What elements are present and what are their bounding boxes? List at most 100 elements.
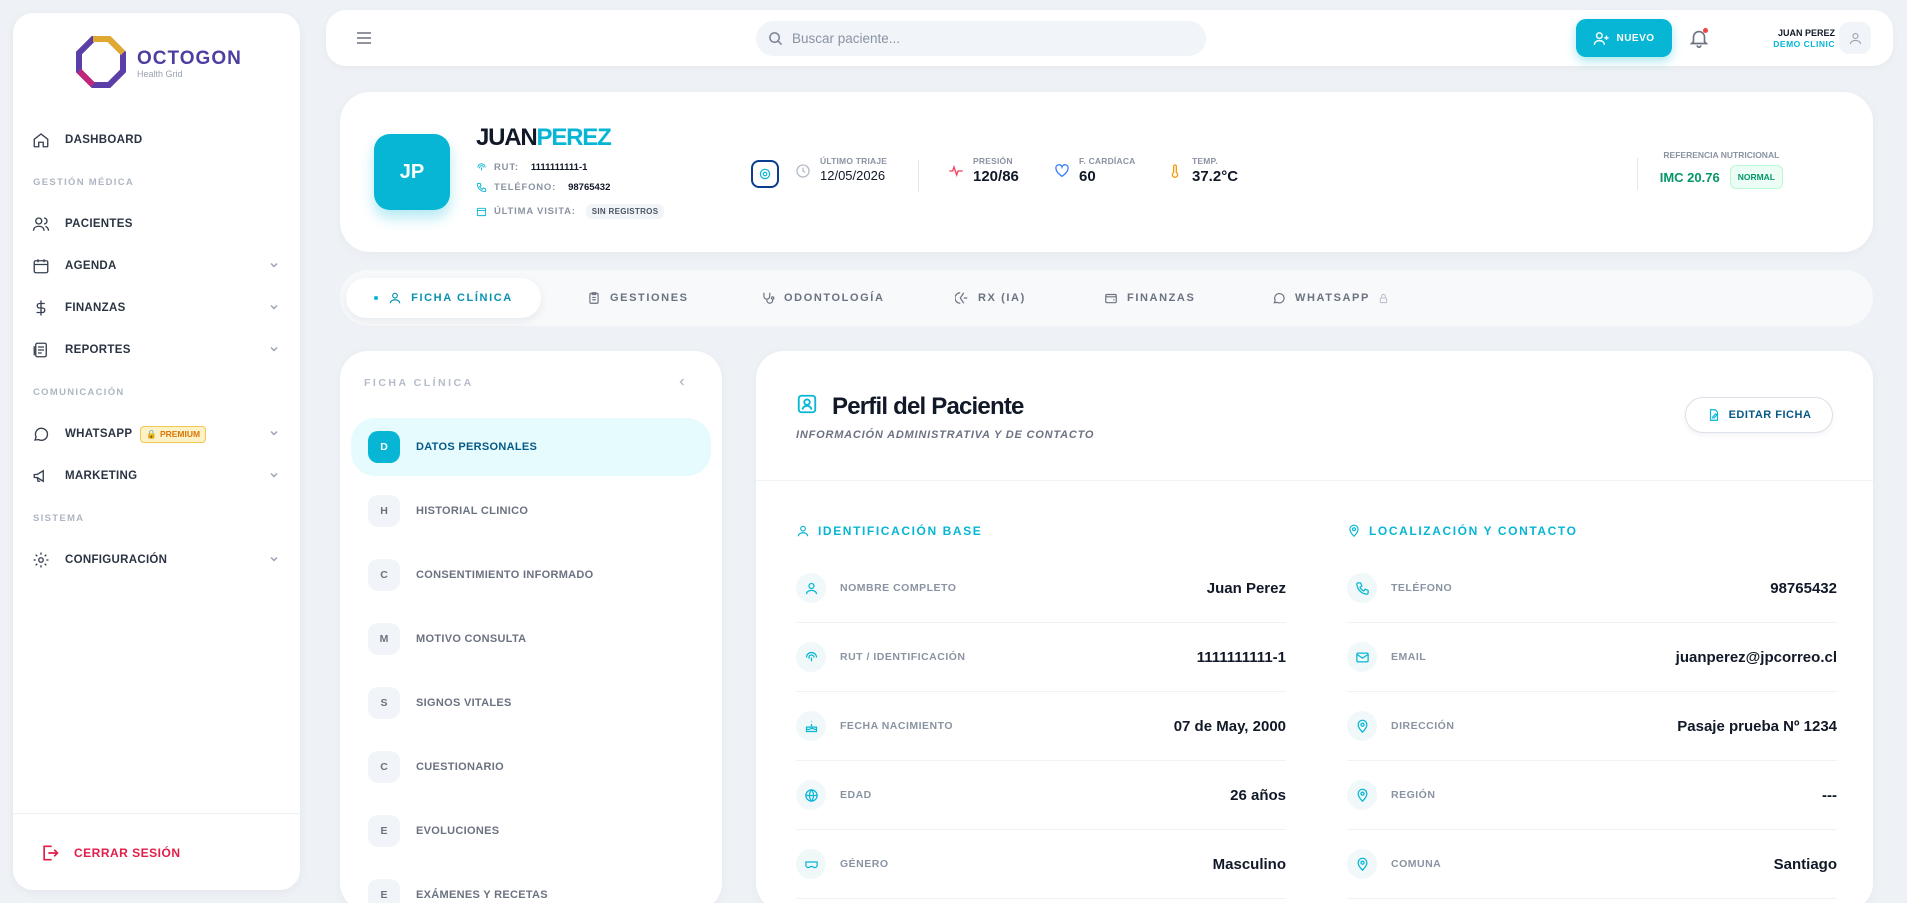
edit-record-button[interactable]: EDITAR FICHA [1685, 397, 1833, 433]
user-info[interactable]: JUAN PEREZ DEMO CLINIC [1773, 28, 1835, 49]
tab-odontologia[interactable]: ODONTOLOGÍA [761, 278, 885, 318]
patient-profile-panel: Perfil del Paciente INFORMACIÓN ADMINIST… [756, 351, 1873, 903]
chat-bubble-icon [31, 424, 51, 444]
search-input[interactable] [792, 31, 1182, 46]
field-nombre-completo: NOMBRE COMPLETO Juan Perez [796, 554, 1286, 623]
fingerprint-icon [796, 642, 826, 672]
sidebar-item-configuracion[interactable]: CONFIGURACIÓN [13, 539, 300, 581]
id-card-icon [797, 394, 817, 414]
stethoscope-icon [763, 292, 775, 304]
sidebar-item-label: FINANZAS [65, 302, 126, 314]
user-name: JUAN PEREZ [1777, 28, 1835, 38]
dollar-icon [31, 298, 51, 318]
sidebar-item-label: AGENDA [65, 260, 117, 272]
ficha-item-evoluciones[interactable]: E EVOLUCIONES [351, 802, 711, 860]
sidebar-nav: DASHBOARD GESTIÓN MÉDICA PACIENTES AGEND… [13, 119, 300, 581]
mask-icon [796, 849, 826, 879]
ficha-item-signos-vitales[interactable]: S SIGNOS VITALES [351, 674, 711, 732]
section-identificacion: IDENTIFICACIÓN BASE [796, 524, 982, 538]
ficha-item-datos-personales[interactable]: D DATOS PERSONALES [351, 418, 711, 476]
calendar-icon [31, 256, 51, 276]
ficha-item-consentimiento[interactable]: C CONSENTIMIENTO INFORMADO [351, 546, 711, 604]
octagon-logo-icon [76, 36, 126, 88]
thermometer-icon [1171, 164, 1179, 178]
logout-button[interactable]: CERRAR SESIÓN [40, 843, 181, 863]
lock-icon [1379, 293, 1388, 303]
user-icon [796, 573, 826, 603]
sidebar-item-marketing[interactable]: MARKETING [13, 455, 300, 497]
page-title: Perfil del Paciente [832, 393, 1024, 420]
heart-icon [1055, 164, 1069, 178]
patient-avatar: JP [374, 134, 450, 210]
status-badge: NORMAL [1729, 165, 1783, 189]
field-region: REGIÓN --- [1347, 761, 1837, 830]
divider [13, 813, 300, 814]
vital-heart-rate: F. CARDÍACA 60 [1054, 156, 1136, 185]
ficha-item-examenes-recetas[interactable]: E EXÁMENES Y RECETAS [351, 866, 711, 903]
active-dot [374, 296, 379, 300]
fingerprint-icon [477, 163, 486, 171]
field-edad: EDAD 26 años [796, 761, 1286, 830]
sidebar-item-whatsapp[interactable]: WHATSAPP 🔒 PREMIUM [13, 413, 300, 455]
tab-ficha-clinica[interactable]: FICHA CLÍNICA [346, 278, 541, 318]
gear-icon [31, 550, 51, 570]
chevron-down-icon [270, 346, 278, 352]
ficha-item-cuestionario[interactable]: C CUESTIONARIO [351, 738, 711, 796]
hamburger-menu-icon[interactable] [354, 28, 374, 48]
field-comuna: COMUNA Santiago [1347, 830, 1837, 899]
search-icon [769, 32, 783, 46]
panel-title: FICHA CLÍNICA [364, 377, 474, 389]
tab-whatsapp[interactable]: WHATSAPP [1272, 278, 1389, 318]
logout-label: CERRAR SESIÓN [74, 846, 181, 860]
user-clinic: DEMO CLINIC [1773, 39, 1835, 49]
sidebar-item-label: DASHBOARD [65, 134, 143, 146]
sidebar-item-finanzas[interactable]: FINANZAS [13, 287, 300, 329]
user-icon [1849, 32, 1861, 44]
notifications-button[interactable] [1688, 27, 1710, 49]
tab-gestiones[interactable]: GESTIONES [587, 278, 689, 318]
clipboard-icon [589, 292, 599, 304]
patient-name: JUANPEREZ [476, 124, 612, 151]
vital-pressure: PRESIÓN 120/86 [948, 156, 1019, 185]
chevron-down-icon [270, 430, 278, 436]
tab-rx-ia[interactable]: RX (IA) [955, 278, 1026, 318]
sidebar-item-label: PACIENTES [65, 218, 133, 230]
ficha-menu-panel: FICHA CLÍNICA D DATOS PERSONALES H HISTORI… [340, 351, 722, 903]
topbar: NUEVO JUAN PEREZ DEMO CLINIC [326, 10, 1893, 66]
calendar-icon [476, 207, 487, 217]
divider [918, 160, 919, 192]
ficha-item-motivo-consulta[interactable]: M MOTIVO CONSULTA [351, 610, 711, 668]
cake-icon [796, 711, 826, 741]
new-button[interactable]: NUEVO [1576, 19, 1672, 57]
chat-bubble-icon [1273, 293, 1285, 304]
chevron-down-icon [270, 472, 278, 478]
sidebar-item-label: CONFIGURACIÓN [65, 554, 168, 566]
ficha-item-historial-clinico[interactable]: H HISTORIAL CLINICO [351, 482, 711, 540]
globe-icon [796, 780, 826, 810]
search-bar [756, 21, 1206, 56]
patient-phone: TELÉFONO: 98765432 [476, 182, 610, 193]
nutrition-reference: REFERENCIA NUTRICIONAL IMC 20.76 NORMAL [1660, 150, 1783, 189]
avatar[interactable] [1839, 22, 1871, 54]
location-pin-icon [1347, 780, 1377, 810]
user-icon [797, 525, 809, 537]
wallet-icon [1105, 293, 1117, 304]
sidebar-item-pacientes[interactable]: PACIENTES [13, 203, 300, 245]
sidebar-item-dashboard[interactable]: DASHBOARD [13, 119, 300, 161]
vital-triage: ÚLTIMO TRIAJE 12/05/2026 [795, 156, 887, 183]
logo[interactable]: OCTOGON Health Grid [71, 33, 242, 93]
phone-icon [1347, 573, 1377, 603]
lock-icon: 🔒 [146, 428, 157, 439]
sidebar-item-reportes[interactable]: REPORTES [13, 329, 300, 371]
megaphone-icon [31, 466, 51, 486]
tab-finanzas[interactable]: FINANZAS [1104, 278, 1195, 318]
logout-icon [43, 845, 59, 861]
sidebar-item-agenda[interactable]: AGENDA [13, 245, 300, 287]
edit-document-icon [1709, 409, 1718, 421]
field-fecha-nacimiento: FECHA NACIMIENTO 07 de May, 2000 [796, 692, 1286, 761]
toggle-vitals-button[interactable] [751, 160, 779, 188]
mail-icon [1347, 642, 1377, 672]
chevron-left-icon[interactable] [676, 376, 688, 388]
field-email: EMAIL juanperez@jpcorreo.cl [1347, 623, 1837, 692]
chevron-down-icon [270, 262, 278, 268]
